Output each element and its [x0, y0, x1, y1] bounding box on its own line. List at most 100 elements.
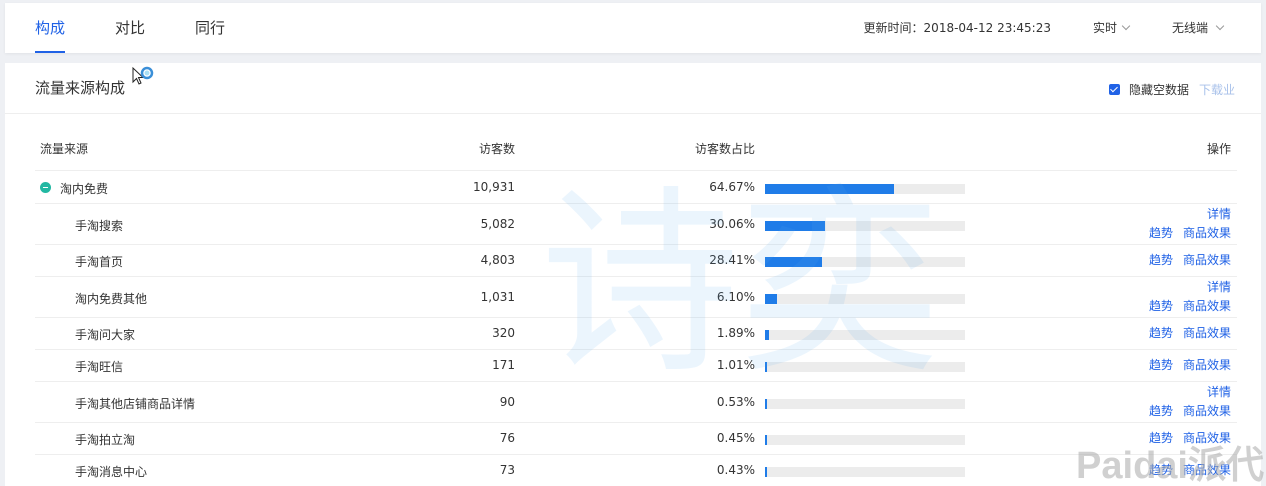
action-link[interactable]: 商品效果 — [1183, 253, 1231, 267]
collapse-icon[interactable] — [40, 182, 51, 193]
action-link[interactable]: 趋势 — [1149, 404, 1173, 418]
table-row: 手淘其他店铺商品详情 90 0.53% 详情 趋势 商品效果 — [35, 382, 1237, 423]
action-link[interactable]: 详情 — [1207, 207, 1231, 221]
cursor-icon — [132, 66, 154, 85]
table-row: 手淘问大家 320 1.89% 趋势 商品效果 — [35, 318, 1237, 350]
visitor-count: 1,031 — [480, 290, 515, 304]
row-actions: 趋势 商品效果 — [1139, 251, 1231, 270]
visitor-share: 64.67% — [709, 180, 755, 194]
col-share: 访客数占比 — [694, 142, 755, 156]
share-bar-fill — [765, 257, 822, 267]
action-line: 趋势 商品效果 — [1139, 224, 1231, 243]
row-actions: 趋势 商品效果 — [1139, 356, 1231, 375]
traffic-table: 流量来源 访客数 访客数占比 操作 淘内免费 10,931 64.67% 手淘搜索 5,… — [35, 126, 1237, 486]
source-name: 手淘首页 — [75, 255, 124, 269]
table-row: 手淘搜索 5,082 30.06% 详情趋势 商品效果 — [35, 204, 1237, 245]
share-bar — [765, 362, 965, 372]
col-source: 流量来源 — [40, 142, 89, 156]
row-actions: 趋势 商品效果 — [1139, 324, 1231, 343]
row-actions: 趋势 商品效果 — [1139, 461, 1231, 480]
visitor-count: 4,803 — [480, 253, 515, 267]
device-dropdown[interactable]: 无线端 — [1171, 3, 1225, 53]
action-link[interactable]: 趋势 — [1149, 326, 1173, 340]
share-bar — [765, 435, 965, 445]
visitor-share: 0.45% — [716, 431, 755, 445]
action-link[interactable]: 趋势 — [1149, 463, 1173, 477]
chevron-down-icon — [1215, 21, 1225, 31]
visitor-count: 171 — [492, 358, 515, 372]
device-label: 无线端 — [1171, 21, 1208, 35]
share-bar-fill — [765, 294, 777, 304]
share-bar — [765, 399, 965, 409]
share-bar — [765, 330, 965, 340]
share-bar-fill — [765, 399, 767, 409]
share-bar — [765, 294, 965, 304]
visitor-count: 90 — [499, 395, 515, 409]
action-link[interactable]: 详情 — [1207, 280, 1231, 294]
table-row: 手淘消息中心 73 0.43% 趋势 商品效果 — [35, 455, 1237, 486]
action-line: 趋势 商品效果 — [1139, 429, 1231, 448]
visitor-count: 5,082 — [480, 217, 515, 231]
action-line: 趋势 商品效果 — [1139, 251, 1231, 270]
action-link[interactable]: 商品效果 — [1183, 358, 1231, 372]
share-bar-fill — [765, 330, 769, 340]
visitor-count: 320 — [492, 326, 515, 340]
realtime-label: 实时 — [1092, 21, 1117, 35]
panel-title: 流量来源构成 — [35, 79, 126, 97]
visitor-share: 28.41% — [709, 253, 755, 267]
top-tab-bar: 构成 对比 同行 更新时间：2018-04-12 23:45:23 实时 无线端 — [5, 3, 1261, 53]
source-name: 手淘旺信 — [75, 360, 124, 374]
source-name: 手淘问大家 — [75, 328, 136, 342]
action-link[interactable]: 商品效果 — [1183, 299, 1231, 313]
hide-empty-toggle[interactable]: 隐藏空数据 — [1108, 81, 1189, 98]
action-line: 趋势 商品效果 — [1139, 461, 1231, 480]
source-name: 手淘消息中心 — [75, 465, 148, 479]
visitor-count: 73 — [499, 463, 515, 477]
action-link[interactable]: 商品效果 — [1183, 431, 1231, 445]
tab-composition[interactable]: 构成 — [35, 3, 66, 53]
share-bar — [765, 467, 965, 477]
action-line: 详情 — [1139, 278, 1231, 297]
visitor-count: 10,931 — [473, 180, 515, 194]
visitor-share: 6.10% — [716, 290, 755, 304]
action-link[interactable]: 商品效果 — [1183, 326, 1231, 340]
col-visitors: 访客数 — [478, 142, 515, 156]
visitor-share: 30.06% — [709, 217, 755, 231]
action-link[interactable]: 商品效果 — [1183, 226, 1231, 240]
realtime-dropdown[interactable]: 实时 — [1092, 3, 1131, 53]
action-link[interactable]: 趋势 — [1149, 299, 1173, 313]
update-time: 更新时间：2018-04-12 23:45:23 — [863, 21, 1051, 35]
row-actions: 详情趋势 商品效果 — [1139, 205, 1231, 243]
download-link[interactable]: 下载业 — [1199, 81, 1235, 98]
visitor-share: 0.43% — [716, 463, 755, 477]
share-bar-fill — [765, 221, 825, 231]
tab-compare[interactable]: 对比 — [115, 3, 145, 53]
action-line: 趋势 商品效果 — [1139, 356, 1231, 375]
source-name: 手淘搜索 — [75, 219, 124, 233]
source-name: 淘内免费 — [60, 182, 109, 196]
row-actions: 趋势 商品效果 — [1139, 429, 1231, 448]
action-line: 趋势 商品效果 — [1139, 402, 1231, 421]
row-actions: 详情趋势 商品效果 — [1139, 383, 1231, 421]
table-row: 淘内免费其他 1,031 6.10% 详情趋势 商品效果 — [35, 277, 1237, 318]
checkbox-icon[interactable] — [1108, 84, 1120, 95]
divider — [5, 113, 1261, 114]
table-row: 淘内免费 10,931 64.67% — [35, 171, 1237, 204]
source-name: 手淘其他店铺商品详情 — [75, 397, 196, 411]
visitor-count: 76 — [499, 431, 515, 445]
tab-peers[interactable]: 同行 — [195, 3, 225, 53]
hide-empty-label: 隐藏空数据 — [1128, 83, 1189, 97]
action-link[interactable]: 商品效果 — [1183, 463, 1231, 477]
chevron-down-icon — [1121, 21, 1131, 31]
action-link[interactable]: 趋势 — [1149, 226, 1173, 240]
table-header: 流量来源 访客数 访客数占比 操作 — [35, 126, 1237, 171]
visitor-share: 1.89% — [716, 326, 755, 340]
action-link[interactable]: 详情 — [1207, 385, 1231, 399]
action-link[interactable]: 商品效果 — [1183, 404, 1231, 418]
source-name: 淘内免费其他 — [75, 292, 148, 306]
action-link[interactable]: 趋势 — [1149, 253, 1173, 267]
table-body: 淘内免费 10,931 64.67% 手淘搜索 5,082 30.06% 详情 趋势 商品效果手… — [35, 171, 1237, 486]
source-name: 手淘拍立淘 — [75, 433, 136, 447]
action-link[interactable]: 趋势 — [1149, 431, 1173, 445]
action-link[interactable]: 趋势 — [1149, 358, 1173, 372]
